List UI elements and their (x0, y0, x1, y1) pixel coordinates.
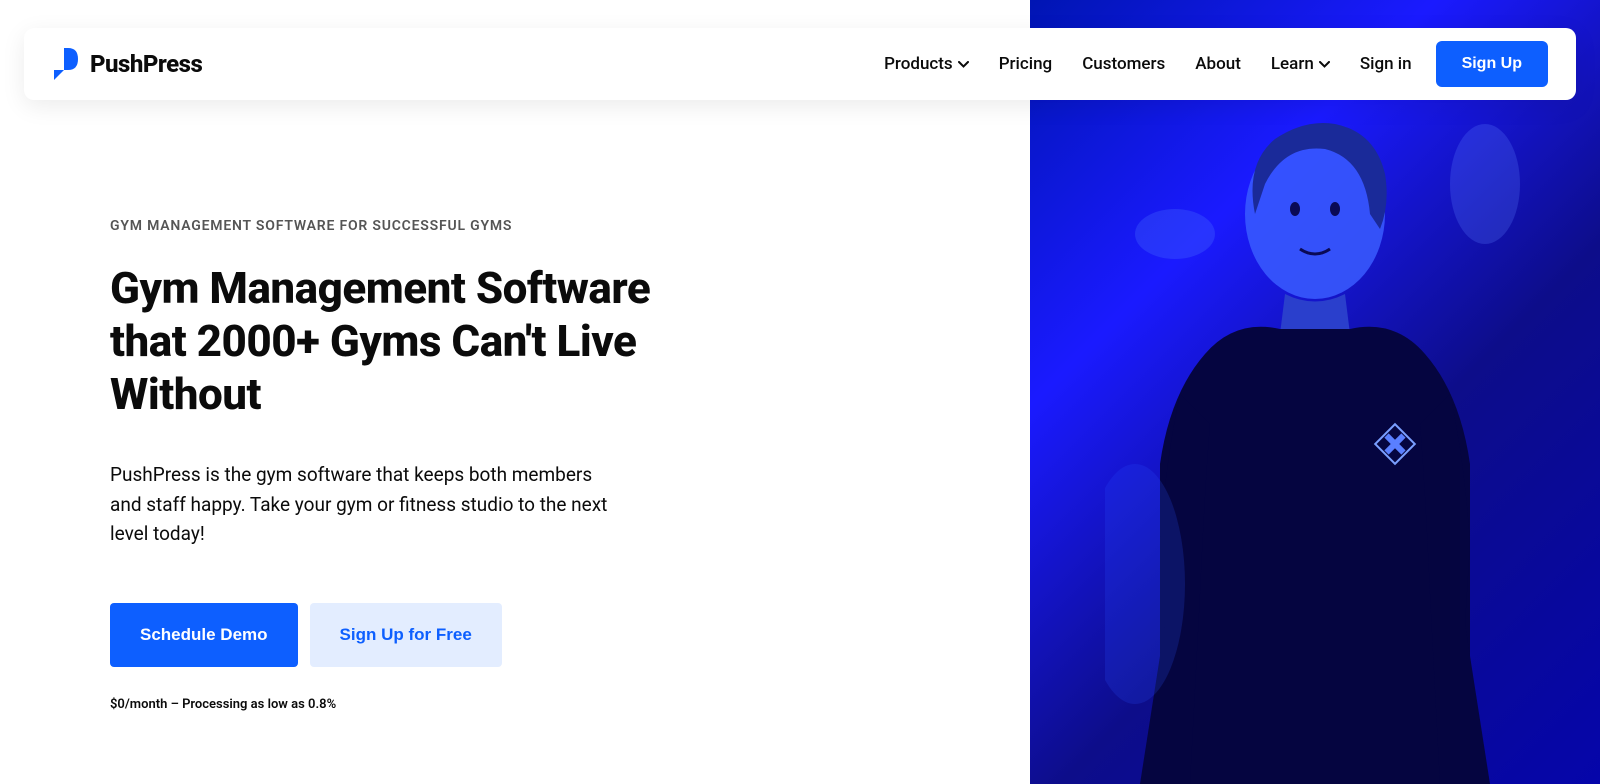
logo-text: PushPress (90, 50, 202, 78)
signup-free-button[interactable]: Sign Up for Free (310, 603, 502, 667)
nav-learn-label: Learn (1271, 54, 1314, 74)
schedule-demo-button[interactable]: Schedule Demo (110, 603, 298, 667)
nav-products[interactable]: Products (884, 54, 969, 74)
nav-about-label: About (1195, 54, 1241, 74)
hero-headline: Gym Management Software that 2000+ Gyms … (110, 262, 670, 420)
hero-image (1030, 0, 1600, 784)
chevron-down-icon (958, 61, 969, 68)
chevron-down-icon (1319, 61, 1330, 68)
hero-eyebrow: GYM MANAGEMENT SOFTWARE FOR SUCCESSFUL G… (110, 218, 670, 234)
hero-description: PushPress is the gym software that keeps… (110, 460, 620, 548)
nav-customers[interactable]: Customers (1082, 54, 1165, 74)
hero-person-illustration (1105, 84, 1525, 784)
nav-about[interactable]: About (1195, 54, 1241, 74)
nav-pricing[interactable]: Pricing (999, 54, 1053, 74)
nav-signin-label: Sign in (1360, 54, 1412, 74)
hero-content: GYM MANAGEMENT SOFTWARE FOR SUCCESSFUL G… (110, 218, 670, 712)
signup-button[interactable]: Sign Up (1436, 41, 1548, 87)
cta-row: Schedule Demo Sign Up for Free (110, 603, 670, 667)
nav-customers-label: Customers (1082, 54, 1165, 74)
nav-links: Products Pricing Customers About Learn S… (884, 54, 1411, 74)
logo-icon (52, 46, 80, 82)
navbar: PushPress Products Pricing Customers Abo… (24, 28, 1576, 100)
nav-signin[interactable]: Sign in (1360, 54, 1412, 74)
pricing-note: $0/month – Processing as low as 0.8% (110, 697, 670, 712)
nav-pricing-label: Pricing (999, 54, 1053, 74)
logo[interactable]: PushPress (52, 46, 202, 82)
nav-learn[interactable]: Learn (1271, 54, 1330, 74)
nav-products-label: Products (884, 54, 953, 74)
